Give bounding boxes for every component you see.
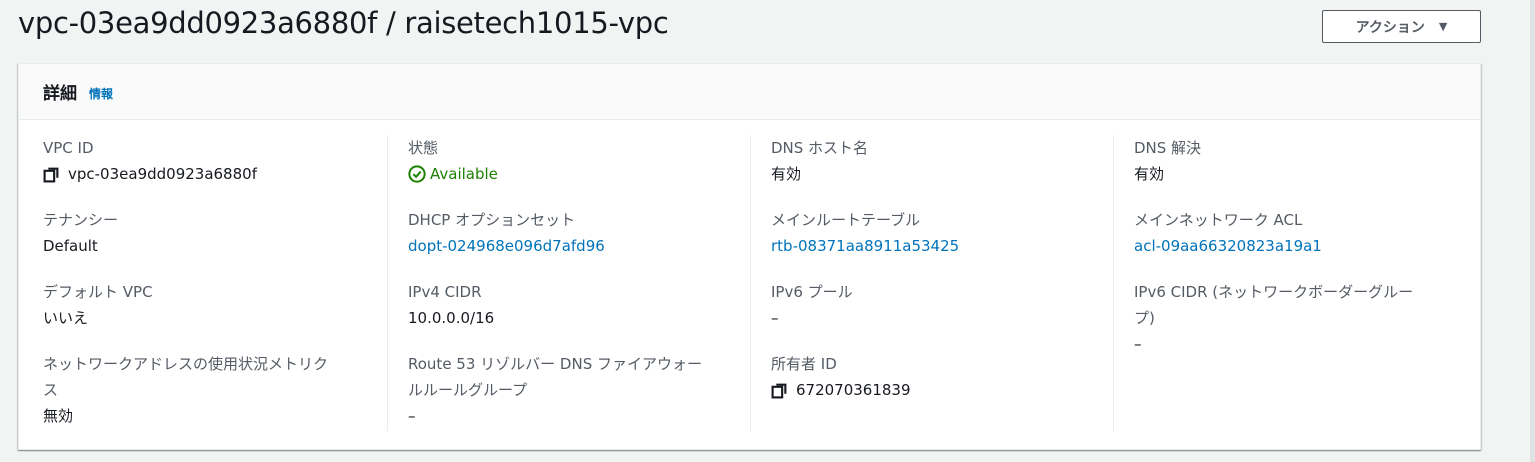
check-circle-icon [408, 165, 426, 183]
caret-down-icon: ▼ [1438, 20, 1448, 33]
tenancy-value: Default [43, 237, 98, 255]
owner-id-label: 所有者 ID [771, 355, 837, 373]
dhcp-label: DHCP オプションセット [408, 211, 576, 229]
field-ipv6-cidr: IPv6 CIDR (ネットワークボーダーグルー プ) – [1134, 279, 1454, 357]
dns-resolution-value: 有効 [1134, 165, 1165, 183]
vpc-id-text: vpc-03ea9dd0923a6880f [68, 165, 257, 183]
route53-value: – [408, 407, 416, 425]
details-column-3: DNS ホスト名 有効 メインルートテーブル rtb-08371aa8911a5… [750, 135, 1096, 431]
field-network-metrics: ネットワークアドレスの使用状況メトリク ス 無効 [43, 351, 363, 429]
ipv6-cidr-label-line1: IPv6 CIDR (ネットワークボーダーグルー [1134, 283, 1414, 301]
network-metrics-label-line2: ス [43, 381, 59, 399]
ipv4-cidr-value: 10.0.0.0/16 [408, 309, 495, 327]
details-column-2: 状態 Available DHCP オプションセット dopt-024968e0… [387, 135, 733, 431]
owner-id-value: 672070361839 [771, 377, 1091, 403]
field-dns-hostname: DNS ホスト名 有効 [771, 135, 1091, 187]
copy-icon[interactable] [771, 382, 788, 399]
main-route-table-label: メインルートテーブル [771, 211, 921, 229]
field-ipv4-cidr: IPv4 CIDR 10.0.0.0/16 [408, 279, 728, 331]
field-ipv6-pool: IPv6 プール – [771, 279, 1091, 331]
default-vpc-value: いいえ [43, 309, 89, 327]
owner-id-text: 672070361839 [796, 381, 911, 399]
field-tenancy: テナンシー Default [43, 207, 363, 259]
field-dns-resolution: DNS 解決 有効 [1134, 135, 1454, 187]
field-vpc-id: VPC ID vpc-03ea9dd0923a6880f [43, 135, 363, 187]
details-panel: 詳細 情報 VPC ID vpc-03ea9dd0923a6880f テナンシー… [18, 63, 1481, 450]
default-vpc-label: デフォルト VPC [43, 283, 153, 301]
ipv6-pool-label: IPv6 プール [771, 283, 853, 301]
vpc-id-value: vpc-03ea9dd0923a6880f [43, 161, 363, 187]
state-label: 状態 [408, 139, 439, 157]
scrollbar-track[interactable] [1530, 0, 1535, 462]
state-value: Available [408, 161, 728, 187]
details-columns: VPC ID vpc-03ea9dd0923a6880f テナンシー Defau… [19, 121, 1480, 441]
network-metrics-value: 無効 [43, 407, 74, 425]
copy-icon[interactable] [43, 166, 60, 183]
field-state: 状態 Available [408, 135, 728, 187]
field-owner-id: 所有者 ID 672070361839 [771, 351, 1091, 403]
ipv6-cidr-label-line2: プ) [1134, 309, 1155, 327]
actions-button[interactable]: アクション ▼ [1322, 10, 1481, 43]
main-network-acl-link[interactable]: acl-09aa66320823a19a1 [1134, 233, 1454, 259]
info-link[interactable]: 情報 [89, 85, 113, 102]
dns-resolution-label: DNS 解決 [1134, 139, 1202, 157]
actions-button-label: アクション [1355, 19, 1425, 36]
main-route-table-link[interactable]: rtb-08371aa8911a53425 [771, 233, 1091, 259]
network-metrics-label-line1: ネットワークアドレスの使用状況メトリク [43, 355, 329, 373]
state-text: Available [430, 165, 498, 183]
field-default-vpc: デフォルト VPC いいえ [43, 279, 363, 331]
details-panel-header: 詳細 情報 [19, 64, 1480, 120]
field-main-route-table: メインルートテーブル rtb-08371aa8911a53425 [771, 207, 1091, 259]
ipv6-cidr-value: – [1134, 335, 1142, 353]
dns-hostname-label: DNS ホスト名 [771, 139, 869, 157]
route53-label-line1: Route 53 リゾルバー DNS ファイアウォー [408, 355, 702, 373]
details-column-4: DNS 解決 有効 メインネットワーク ACL acl-09aa66320823… [1113, 135, 1481, 431]
dns-hostname-value: 有効 [771, 165, 802, 183]
dhcp-link[interactable]: dopt-024968e096d7afd96 [408, 233, 728, 259]
ipv4-cidr-label: IPv4 CIDR [408, 283, 482, 301]
field-main-network-acl: メインネットワーク ACL acl-09aa66320823a19a1 [1134, 207, 1454, 259]
field-dhcp: DHCP オプションセット dopt-024968e096d7afd96 [408, 207, 728, 259]
field-route53-firewall: Route 53 リゾルバー DNS ファイアウォー ルルールグループ – [408, 351, 728, 429]
page-title: vpc-03ea9dd0923a6880f / raisetech1015-vp… [18, 6, 669, 40]
main-network-acl-label: メインネットワーク ACL [1134, 211, 1303, 229]
route53-label-line2: ルルールグループ [408, 381, 528, 399]
tenancy-label: テナンシー [43, 211, 119, 229]
details-column-1: VPC ID vpc-03ea9dd0923a6880f テナンシー Defau… [23, 135, 369, 431]
vpc-id-label: VPC ID [43, 139, 94, 157]
ipv6-pool-value: – [771, 309, 779, 327]
panel-title: 詳細 [43, 84, 77, 104]
